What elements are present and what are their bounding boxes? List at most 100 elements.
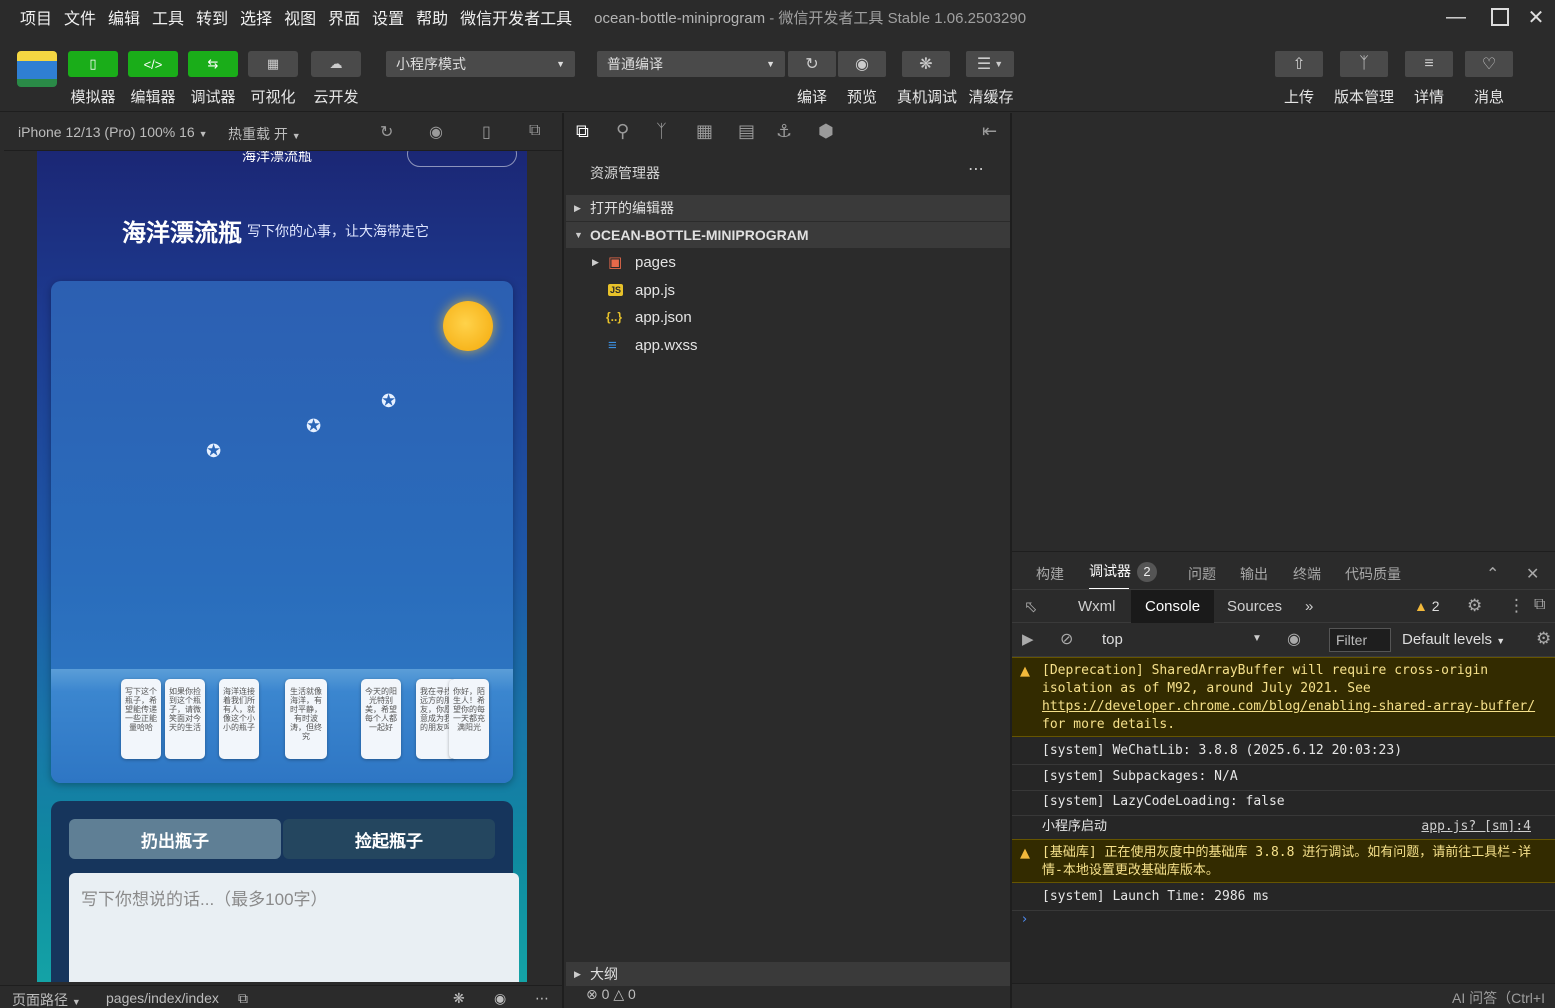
editor-area[interactable] <box>1012 113 1555 551</box>
warning-counter[interactable]: ▲ 2 <box>1414 598 1440 614</box>
device-select[interactable]: iPhone 12/13 (Pro) 100% 16 ▼ <box>18 124 208 140</box>
message-textarea[interactable]: 写下你想说的话...（最多100字） <box>69 873 519 982</box>
menu-help[interactable]: 帮助 <box>410 5 454 29</box>
tab-terminal[interactable]: 终端 <box>1293 564 1321 584</box>
minimize-icon[interactable]: — <box>1434 0 1478 34</box>
upload-button[interactable]: ⇧ <box>1275 51 1323 77</box>
eye-icon[interactable]: ◉ <box>494 990 506 1007</box>
tab-code-quality[interactable]: 代码质量 <box>1345 564 1401 584</box>
preview-button[interactable]: ◉ <box>838 51 886 77</box>
compile-button[interactable]: ↻ <box>788 51 836 77</box>
clear-console-icon[interactable]: ⊘ <box>1060 629 1073 649</box>
filter-input[interactable]: Filter <box>1329 628 1391 652</box>
context-select[interactable]: top <box>1102 631 1123 648</box>
chevron-up-icon[interactable]: ⌃ <box>1486 564 1499 584</box>
clear-cache-button[interactable]: ☰ ▼ <box>966 51 1014 77</box>
levels-select[interactable]: Default levels ▼ <box>1402 631 1505 648</box>
bottle[interactable]: 海洋连接着我们所有人，就像这个小小的瓶子 <box>219 679 259 759</box>
simulator-toggle-button[interactable]: ▯ <box>68 51 118 77</box>
files-icon[interactable]: ⧉ <box>576 121 589 142</box>
storage-icon[interactable]: ▤ <box>738 121 755 142</box>
close-icon[interactable]: ✕ <box>1526 564 1539 584</box>
details-button[interactable]: ≡ <box>1405 51 1453 77</box>
tree-item-app-js[interactable]: JS app.js <box>566 276 1012 304</box>
gear-icon[interactable]: ⚙ <box>1536 629 1551 649</box>
details-label[interactable]: 详情 <box>1396 86 1462 107</box>
stop-icon[interactable]: ◉ <box>429 122 443 142</box>
compile-select[interactable]: 普通编译 ▼ <box>597 51 785 77</box>
menu-edit[interactable]: 编辑 <box>102 5 146 29</box>
open-editors-section[interactable]: ▶ 打开的编辑器 <box>566 195 1012 221</box>
version-label[interactable]: 版本管理 <box>1330 86 1398 107</box>
tab-output[interactable]: 输出 <box>1240 564 1268 584</box>
collapse-panel-icon[interactable]: ⇤ <box>982 121 997 142</box>
rotate-icon[interactable]: ↻ <box>380 122 393 142</box>
tab-debugger[interactable]: 调试器 2 <box>1089 561 1157 582</box>
clear-cache-label[interactable]: 清缓存 <box>958 86 1024 107</box>
simulator-label[interactable]: 模拟器 <box>60 86 126 107</box>
tab-wxml[interactable]: Wxml <box>1064 590 1130 623</box>
page-path-select[interactable]: 页面路径 ▼ <box>12 990 81 1008</box>
gear-icon[interactable]: ⚙ <box>1467 596 1482 616</box>
pick-bottle-button[interactable]: 捡起瓶子 <box>283 819 495 859</box>
menu-view[interactable]: 视图 <box>278 5 322 29</box>
tree-item-app-wxss[interactable]: ≡ app.wxss <box>566 331 1012 359</box>
more-icon[interactable]: ⋯ <box>535 990 549 1007</box>
upload-label[interactable]: 上传 <box>1266 86 1332 107</box>
eye-icon[interactable]: ◉ <box>1287 629 1301 649</box>
visual-label[interactable]: 可视化 <box>240 86 306 107</box>
editor-toggle-button[interactable]: </> <box>128 51 178 77</box>
ai-assistant-link[interactable]: AI 问答（Ctrl+I <box>1452 988 1545 1008</box>
editor-label[interactable]: 编辑器 <box>120 86 186 107</box>
mode-select[interactable]: 小程序模式 ▼ <box>386 51 575 77</box>
messages-label[interactable]: 消息 <box>1456 86 1522 107</box>
tab-problems[interactable]: 问题 <box>1188 564 1216 584</box>
version-button[interactable]: ᛉ <box>1340 51 1388 77</box>
tab-console[interactable]: Console <box>1131 590 1215 623</box>
sidebar-toggle-icon[interactable]: ▶ <box>1022 630 1034 648</box>
inspect-icon[interactable]: ⬁ <box>1024 597 1037 617</box>
debugger-toggle-button[interactable]: ⇆ <box>188 51 238 77</box>
hot-reload-select[interactable]: 热重载 开 ▼ <box>228 124 301 144</box>
cloud-button[interactable]: ☁ <box>311 51 361 77</box>
bug-icon[interactable]: ❋ <box>453 990 465 1007</box>
tab-build[interactable]: 构建 <box>1036 564 1064 584</box>
log-link[interactable]: https://developer.chrome.com/blog/enabli… <box>1042 699 1535 714</box>
close-window-icon[interactable]: ✕ <box>1514 0 1555 34</box>
menu-wechat-devtools[interactable]: 微信开发者工具 <box>454 5 578 29</box>
bottle[interactable]: 你好，陌生人！希望你的每一天都充满阳光 <box>449 679 489 759</box>
capsule-button[interactable] <box>407 151 517 167</box>
phone-icon[interactable]: ▯ <box>482 122 491 142</box>
throw-bottle-button[interactable]: 扔出瓶子 <box>69 819 281 859</box>
tab-sources[interactable]: Sources <box>1213 590 1296 623</box>
log-source-link[interactable]: app.js? [sm]:4 <box>1421 818 1531 836</box>
tree-item-pages[interactable]: ▶ ▣ pages <box>566 248 1012 276</box>
problems-status[interactable]: ⊗ 0 △ 0 <box>566 986 1012 1008</box>
chevron-down-icon[interactable]: ▼ <box>1252 633 1262 644</box>
panel-divider[interactable] <box>562 113 564 1008</box>
extensions-icon[interactable]: ▦ <box>696 121 713 142</box>
menu-interface[interactable]: 界面 <box>322 5 366 29</box>
more-tabs-icon[interactable]: » <box>1291 590 1327 623</box>
real-debug-button[interactable]: ❋ <box>902 51 950 77</box>
copy-icon[interactable]: ⧉ <box>238 990 248 1007</box>
menu-settings[interactable]: 设置 <box>366 5 410 29</box>
bottle[interactable]: 如果你捡到这个瓶子，请微笑面对今天的生活 <box>165 679 205 759</box>
docker-icon[interactable]: ⚓ <box>776 121 792 142</box>
bottle[interactable]: 写下这个瓶子，希望能传递一些正能量哈哈 <box>121 679 161 759</box>
popout-icon[interactable]: ⧉ <box>529 122 540 140</box>
more-icon[interactable]: ⋯ <box>968 159 985 179</box>
menu-project[interactable]: 项目 <box>14 5 58 29</box>
console-prompt-icon[interactable]: › <box>1022 912 1027 927</box>
source-control-icon[interactable]: ᛉ <box>656 121 667 142</box>
menu-tools[interactable]: 工具 <box>146 5 190 29</box>
real-debug-label[interactable]: 真机调试 <box>893 86 961 107</box>
tree-item-app-json[interactable]: {..} app.json <box>566 303 1012 331</box>
messages-button[interactable]: ♡ <box>1465 51 1513 77</box>
search-icon[interactable]: ⚲ <box>616 121 629 142</box>
project-root-section[interactable]: ▼ OCEAN-BOTTLE-MINIPROGRAM <box>566 222 1012 248</box>
menu-goto[interactable]: 转到 <box>190 5 234 29</box>
menu-file[interactable]: 文件 <box>58 5 102 29</box>
cloud-label[interactable]: 云开发 <box>303 86 369 107</box>
bottle[interactable]: 今天的阳光特别美，希望每个人都一起好 <box>361 679 401 759</box>
